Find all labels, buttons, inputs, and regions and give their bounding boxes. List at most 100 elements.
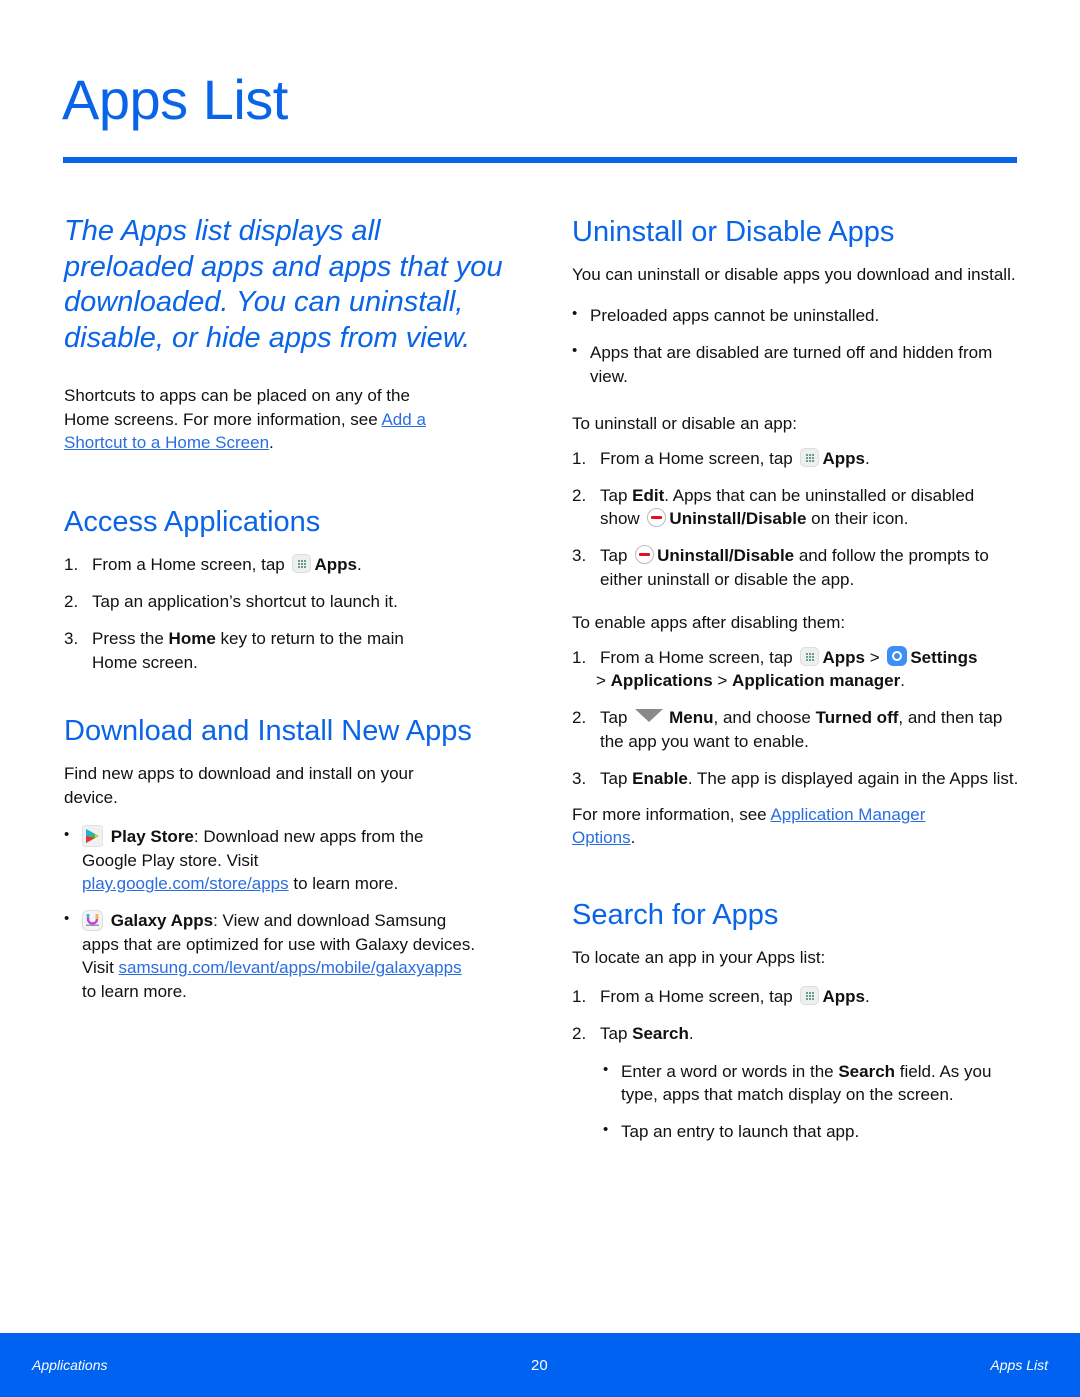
- play-store-label: Play Store: [110, 827, 194, 847]
- footer-section-label: Applications: [32, 1357, 108, 1373]
- enable-steps-intro: To enable apps after disabling them:: [572, 613, 846, 633]
- step-text: . The app is displayed again in the Apps…: [687, 768, 1019, 788]
- uninstall-steps: 1. From a Home screen, tap Apps. 2. Tap Ed…: [572, 447, 1022, 592]
- step-number: 1.: [572, 987, 587, 1007]
- enable-step: 3. Tap Enable. The app is displayed again…: [572, 767, 1020, 791]
- access-steps: 1. From a Home screen, tap Apps. 2. Tap an…: [64, 553, 514, 674]
- apps-label: Apps: [314, 555, 357, 575]
- apps-label: Apps: [822, 448, 865, 468]
- right-column: Uninstall or Disable Apps You can uninst…: [572, 216, 1022, 1157]
- uninstall-step: 3. Tap Uninstall/Disable and follow the p…: [572, 544, 1022, 591]
- footer-page-number: 20: [531, 1357, 548, 1374]
- step-number: 2.: [572, 485, 587, 505]
- search-sub-bullet: Tap an entry to launch that app.: [603, 1118, 1022, 1144]
- menu-label: Menu: [669, 708, 714, 728]
- galaxy-apps-link[interactable]: samsung.com/levant/apps/mobile/galaxyapp…: [119, 958, 462, 977]
- step-number: 1.: [64, 555, 79, 575]
- step-text: From a Home screen, tap: [92, 555, 290, 575]
- play-store-item: Play Store: Download new apps from the G…: [64, 823, 442, 896]
- enable-steps: 1. From a Home screen, tap Apps > Setting…: [572, 645, 1022, 791]
- uninstall-step: 1. From a Home screen, tap Apps.: [572, 447, 1022, 471]
- download-text: Find new apps to download and install on…: [64, 764, 414, 807]
- step-number: 1.: [572, 448, 587, 468]
- apps-grid-icon: [800, 646, 820, 666]
- play-store-link[interactable]: play.google.com/store/apps: [82, 874, 289, 893]
- access-step: 1. From a Home screen, tap Apps.: [64, 553, 514, 577]
- step-text: Tap an application’s shortcut to launch …: [92, 592, 398, 612]
- galaxy-apps-item: Galaxy Apps: View and download Samsung a…: [64, 907, 482, 1003]
- search-label: Search: [632, 1024, 689, 1044]
- menu-dropdown-icon: [635, 709, 664, 723]
- apps-grid-icon: [800, 447, 820, 467]
- step-text: .: [900, 671, 905, 691]
- intro-text: The Apps list displays all preloaded app…: [64, 215, 503, 354]
- uninstall-step: 2. Tap Edit. Apps that can be uninstalled…: [572, 484, 1000, 531]
- step-number: 1.: [572, 647, 587, 667]
- uninstall-disable-heading: Uninstall or Disable Apps: [572, 216, 895, 248]
- period: .: [630, 828, 636, 848]
- page-title: Apps List: [62, 68, 288, 131]
- home-label: Home: [168, 629, 216, 649]
- shortcut-paragraph: Shortcuts to apps can be placed on any o…: [64, 384, 434, 455]
- application-manager-label: Application manager: [732, 671, 901, 691]
- uninstall-bullet: Apps that are disabled are turned off an…: [572, 339, 1022, 388]
- step-number: 3.: [64, 629, 79, 649]
- search-sub-bullet: Enter a word or words in the Search fiel…: [603, 1058, 1001, 1107]
- step-number: 2.: [572, 1024, 587, 1044]
- item-text: to learn more.: [82, 981, 187, 1001]
- page-footer: Applications 20 Apps List: [0, 1333, 1080, 1397]
- uninstall-steps-intro: To uninstall or disable an app:: [572, 414, 797, 434]
- step-number: 3.: [572, 546, 587, 566]
- download-items: Play Store: Download new apps from the G…: [64, 823, 514, 1003]
- step-text: From a Home screen, tap: [600, 647, 798, 667]
- search-for-apps-heading: Search for Apps: [572, 898, 779, 931]
- step-text: Tap: [600, 708, 633, 728]
- separator: >: [596, 671, 611, 691]
- enable-label: Enable: [632, 768, 688, 788]
- step-text: From a Home screen, tap: [600, 987, 798, 1007]
- title-divider: [63, 157, 1017, 163]
- apps-label: Apps: [822, 987, 865, 1007]
- access-step: 3. Press the Home key to return to the ma…: [64, 627, 452, 674]
- uninstall-disable-label: Uninstall/Disable: [657, 546, 795, 566]
- step-text: .: [688, 1024, 694, 1044]
- search-text: To locate an app in your Apps list:: [572, 947, 826, 967]
- galaxy-apps-icon: [82, 910, 103, 932]
- uninstall-bullets: Preloaded apps cannot be uninstalled. Ap…: [572, 302, 1022, 388]
- search-field-label: Search: [838, 1061, 896, 1081]
- access-step: 2. Tap an application’s shortcut to launc…: [64, 590, 514, 614]
- step-text: , and choose: [713, 708, 816, 728]
- uninstall-disable-icon: [635, 545, 655, 565]
- settings-label: Settings: [910, 647, 978, 667]
- download-install-heading: Download and Install New Apps: [64, 715, 472, 748]
- step-number: 3.: [572, 768, 587, 788]
- apps-grid-icon: [800, 986, 820, 1006]
- step-number: 2.: [572, 708, 587, 728]
- step-text: .: [864, 987, 870, 1007]
- step-number: 2.: [64, 592, 79, 612]
- step-text: Press the: [92, 629, 169, 649]
- more-info-text: For more information, see: [572, 804, 771, 824]
- footer-chapter-label: Apps List: [990, 1357, 1048, 1373]
- period: .: [269, 433, 274, 452]
- uninstall-bullet: Preloaded apps cannot be uninstalled.: [572, 302, 1022, 328]
- apps-label: Apps: [822, 647, 865, 667]
- step-text: Tap: [600, 485, 633, 505]
- bullet-text: Enter a word or words in the: [621, 1061, 839, 1081]
- access-applications-heading: Access Applications: [64, 505, 321, 538]
- search-step: 1. From a Home screen, tap Apps.: [572, 985, 1022, 1009]
- search-step: 2. Tap Search. Enter a word or words in t…: [572, 1022, 1022, 1144]
- separator: >: [712, 671, 733, 691]
- step-text: From a Home screen, tap: [600, 448, 798, 468]
- uninstall-disable-icon: [647, 508, 667, 528]
- separator: >: [864, 647, 885, 667]
- play-store-icon: [82, 825, 103, 848]
- uninstall-text: You can uninstall or disable apps you do…: [572, 264, 1016, 284]
- search-sub-bullets: Enter a word or words in the Search fiel…: [603, 1058, 1022, 1144]
- more-info-paragraph: For more information, see Application Ma…: [572, 803, 982, 850]
- step-text: Tap: [600, 768, 633, 788]
- apps-grid-icon: [292, 554, 312, 574]
- step-text: Tap: [600, 1024, 633, 1044]
- applications-label: Applications: [610, 671, 713, 691]
- edit-label: Edit: [632, 485, 665, 505]
